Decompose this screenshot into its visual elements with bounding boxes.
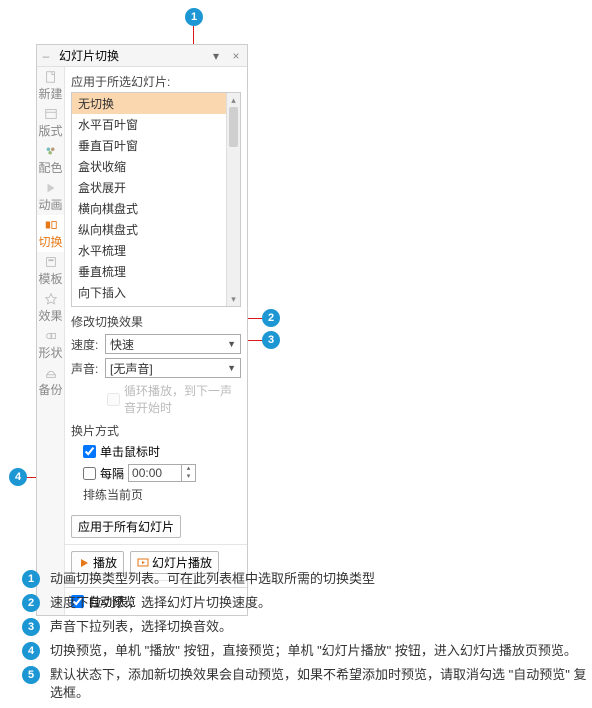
speed-combo[interactable]: 快速 ▼ (105, 334, 241, 354)
panel-title: 幻灯片切换 (55, 47, 213, 64)
close-icon[interactable]: × (225, 49, 247, 63)
every-row: 每隔 00:00 ▴▾ (71, 464, 241, 482)
palette-icon (44, 144, 58, 158)
speed-value: 快速 (110, 336, 134, 353)
sound-value: [无声音] (110, 360, 153, 377)
every-checkbox[interactable] (83, 467, 96, 480)
speed-label: 速度: (71, 336, 105, 353)
every-time-input[interactable]: 00:00 (128, 464, 182, 482)
list-item[interactable]: 横向棋盘式 (72, 198, 240, 219)
list-item[interactable]: 垂直梳理 (72, 261, 240, 282)
loop-row: 循环播放，到下一声音开始时 (71, 382, 241, 416)
minimize-icon[interactable]: – (37, 49, 55, 63)
slideshow-icon (137, 557, 149, 569)
sidebar-item-template[interactable]: 模板 (37, 252, 64, 289)
legend-num: 5 (22, 666, 40, 684)
callout-3: 3 (262, 331, 280, 349)
every-label: 每隔 (100, 465, 124, 482)
legend-num: 3 (22, 618, 40, 636)
sidebar-item-effect[interactable]: 效果 (37, 289, 64, 326)
apply-all-button[interactable]: 应用于所有幻灯片 (71, 515, 181, 538)
list-item[interactable]: 垂直百叶窗 (72, 135, 240, 156)
legend-num: 4 (22, 642, 40, 660)
spin-down-icon[interactable]: ▾ (182, 473, 195, 481)
backup-icon (44, 366, 58, 380)
list-item[interactable]: 水平百叶窗 (72, 114, 240, 135)
legend-text: 速度下拉列表，选择幻灯片切换速度。 (50, 594, 271, 612)
sidebar: 新建 版式 配色 动画 切换 模板 效果 形状 备份 (37, 67, 65, 615)
scroll-thumb[interactable] (229, 107, 238, 147)
modify-label: 修改切换效果 (71, 313, 241, 330)
panel-content: 应用于所选幻灯片: 无切换 水平百叶窗 垂直百叶窗 盒状收缩 盒状展开 横向棋盘… (65, 67, 247, 587)
template-icon (44, 255, 58, 269)
sidebar-item-color[interactable]: 配色 (37, 141, 64, 178)
list-item[interactable]: 无切换 (72, 93, 240, 114)
list-item[interactable]: 向左插入 (72, 303, 240, 307)
chevron-down-icon: ▼ (227, 363, 236, 373)
legend: 1 动画切换类型列表。可在此列表框中选取所需的切换类型 2 速度下拉列表，选择幻灯片… (22, 570, 592, 708)
anim-icon (44, 181, 58, 195)
title-bar: – 幻灯片切换 ▾ × (37, 45, 247, 67)
chevron-down-icon: ▼ (227, 339, 236, 349)
list-item[interactable]: 水平梳理 (72, 240, 240, 261)
callout-2: 2 (262, 309, 280, 327)
sidebar-item-backup[interactable]: 备份 (37, 363, 64, 400)
transition-panel: – 幻灯片切换 ▾ × 新建 版式 配色 动画 切换 模板 效果 形状 备份 应… (36, 44, 248, 616)
sidebar-item-transition[interactable]: 切换 (37, 215, 64, 252)
onclick-row: 单击鼠标时 (71, 443, 241, 460)
advance-label: 换片方式 (71, 422, 241, 439)
apply-all-group: 应用于所有幻灯片 (71, 509, 241, 538)
speed-row: 速度: 快速 ▼ (71, 334, 241, 354)
scroll-up-icon[interactable]: ▴ (227, 93, 240, 107)
legend-text: 默认状态下，添加新切换效果会自动预览，如果不希望添加时预览，请取消勾选 "自动预… (50, 666, 592, 702)
legend-text: 切换预览，单机 "播放" 按钮，直接预览；单机 "幻灯片播放" 按钮，进入幻灯片… (50, 642, 577, 660)
sidebar-item-layout[interactable]: 版式 (37, 104, 64, 141)
shape-icon (44, 329, 58, 343)
scroll-down-icon[interactable]: ▾ (227, 292, 240, 306)
sound-combo[interactable]: [无声音] ▼ (105, 358, 241, 378)
callout-1: 1 (185, 8, 203, 26)
loop-checkbox (107, 393, 120, 406)
onclick-checkbox[interactable] (83, 445, 96, 458)
scrollbar[interactable]: ▴ ▾ (226, 93, 240, 306)
list-item[interactable]: 盒状收缩 (72, 156, 240, 177)
file-icon (44, 70, 58, 84)
legend-num: 1 (22, 570, 40, 588)
list-item[interactable]: 盒状展开 (72, 177, 240, 198)
sidebar-item-new[interactable]: 新建 (37, 67, 64, 104)
layout-icon (44, 107, 58, 121)
sidebar-item-shape[interactable]: 形状 (37, 326, 64, 363)
rehearse-button[interactable]: 排练当前页 (71, 486, 241, 503)
effect-icon (44, 292, 58, 306)
chevron-down-icon[interactable]: ▾ (213, 49, 225, 63)
onclick-label: 单击鼠标时 (100, 443, 160, 460)
transition-list[interactable]: 无切换 水平百叶窗 垂直百叶窗 盒状收缩 盒状展开 横向棋盘式 纵向棋盘式 水平… (71, 92, 241, 307)
apply-label: 应用于所选幻灯片: (71, 73, 241, 90)
sound-row: 声音: [无声音] ▼ (71, 358, 241, 378)
spin-up-icon[interactable]: ▴ (182, 465, 195, 473)
list-item[interactable]: 纵向棋盘式 (72, 219, 240, 240)
transition-icon (44, 218, 58, 232)
time-spinner[interactable]: ▴▾ (182, 464, 196, 482)
sound-label: 声音: (71, 360, 105, 377)
loop-label: 循环播放，到下一声音开始时 (124, 382, 241, 416)
legend-num: 2 (22, 594, 40, 612)
legend-text: 动画切换类型列表。可在此列表框中选取所需的切换类型 (50, 570, 375, 588)
sidebar-item-anim[interactable]: 动画 (37, 178, 64, 215)
legend-text: 声音下拉列表，选择切换音效。 (50, 618, 232, 636)
callout-4: 4 (9, 468, 27, 486)
list-item[interactable]: 向下插入 (72, 282, 240, 303)
play-icon (78, 557, 90, 569)
